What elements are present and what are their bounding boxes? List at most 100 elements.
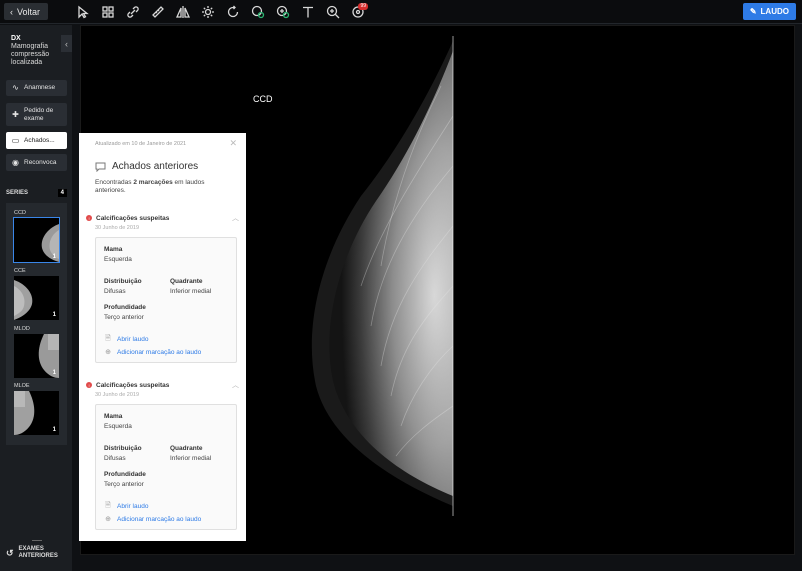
adicionar-marcacao-link[interactable]: ⊕ Adicionar marcação ao laudo	[104, 348, 202, 357]
pan-icon[interactable]	[245, 3, 270, 21]
drawer-handle[interactable]	[32, 540, 42, 541]
distribuicao-label: Distribuição	[104, 445, 142, 452]
series-thumb-cce[interactable]: 1	[14, 276, 59, 320]
series-thumb-mloe[interactable]: 1	[14, 391, 59, 435]
mama-label: Mama	[104, 246, 123, 253]
brightness-icon[interactable]	[195, 3, 220, 21]
pedido-label: Pedido de exame	[24, 107, 54, 122]
finding-title: Calcificações suspeitas	[96, 214, 170, 222]
rotate-icon[interactable]	[220, 3, 245, 21]
modality-label: DX	[11, 35, 21, 42]
series-thumb-mlod[interactable]: 1	[14, 334, 59, 378]
subtitle-count: 2 marcações	[133, 179, 173, 186]
pulse-icon: ∿	[12, 83, 19, 93]
chevron-left-icon: ‹	[10, 6, 13, 17]
chevron-up-icon[interactable]: ︿	[232, 213, 239, 223]
series-count-mlod: 1	[52, 370, 56, 376]
study-description: Mamografia compressão localizada	[11, 43, 50, 66]
anamnese-label: Anamnese	[24, 84, 56, 92]
series-label-ccd: CCD	[14, 210, 26, 216]
laudo-label: LAUDO	[760, 7, 789, 16]
mama-label: Mama	[104, 413, 123, 420]
notification-count-badge: 99	[358, 3, 368, 10]
abrir-laudo-label: Abrir laudo	[117, 503, 149, 510]
series-label: SERIES	[6, 190, 29, 196]
pedido-exame-button[interactable]: ✚ Pedido de exame	[6, 103, 67, 126]
add-circle-icon: ⊕	[105, 349, 111, 356]
series-label-mloe: MLOE	[14, 383, 30, 389]
series-label-mlod: MLOD	[14, 326, 30, 332]
history-icon: ↺	[6, 547, 14, 558]
quadrante-label: Quadrante	[170, 278, 203, 285]
comment-icon: ▭	[11, 135, 20, 145]
distribuicao-label: Distribuição	[104, 278, 142, 285]
comment-icon	[95, 162, 106, 172]
laudo-button[interactable]: ✎ LAUDO	[742, 3, 796, 20]
series-count-ccd: 1	[52, 254, 56, 260]
profundidade-value: Terço anterior	[104, 314, 144, 321]
study-info: DX Mamografia compressão localizada	[11, 35, 55, 67]
distribuicao-value: Difusas	[104, 288, 126, 295]
finding-header[interactable]: ! Calcificações suspeitas ︿	[86, 380, 239, 390]
chevron-up-icon[interactable]: ︿	[232, 380, 239, 390]
distribuicao-value: Difusas	[104, 455, 126, 462]
series-list: CCD 1 CCE 1 MLOD 1 MLOE 1	[6, 203, 67, 445]
add-circle-icon: ⊕	[105, 516, 111, 523]
series-count-mloe: 1	[52, 427, 56, 433]
pencil-icon: ✎	[749, 7, 757, 16]
profundidade-value: Terço anterior	[104, 481, 144, 488]
profundidade-label: Profundidade	[104, 471, 146, 478]
back-button[interactable]: ‹ Voltar	[4, 3, 49, 20]
finding-title: Calcificações suspeitas	[96, 381, 170, 389]
medical-cross-icon: ✚	[12, 109, 19, 119]
top-toolbar: ‹ Voltar 99 ✎ LAUDO	[0, 0, 802, 24]
adicionar-marcacao-label: Adicionar marcação ao laudo	[117, 348, 202, 356]
ruler-icon[interactable]	[145, 3, 170, 21]
series-count: 4	[57, 189, 67, 197]
achados-anteriores-panel: Atualizado em 10 de Janeiro de 2021 ✕ Ac…	[79, 133, 246, 541]
back-label: Voltar	[17, 6, 41, 17]
recall-icon: ◉	[12, 157, 19, 167]
reconvoca-label: Reconvoca	[24, 158, 57, 166]
tool-group: 99	[70, 3, 370, 21]
finding-card: Mama Esquerda Distribuição Difusas Quadr…	[95, 404, 237, 530]
series-count-cce: 1	[52, 312, 56, 318]
link-icon[interactable]	[120, 3, 145, 21]
text-icon[interactable]	[295, 3, 320, 21]
quadrante-label: Quadrante	[170, 445, 203, 452]
finding-header[interactable]: ! Calcificações suspeitas ︿	[86, 213, 239, 223]
abrir-laudo-link[interactable]: 🗎 Abrir laudo	[104, 334, 148, 345]
notifications-icon[interactable]: 99	[345, 3, 370, 21]
view-label: CCD	[253, 94, 273, 104]
select-arrow-icon[interactable]	[70, 3, 95, 21]
abrir-laudo-link[interactable]: 🗎 Abrir laudo	[104, 501, 148, 512]
alert-dot-icon: !	[86, 215, 92, 221]
document-icon: 🗎	[105, 335, 111, 342]
mama-value: Esquerda	[104, 423, 132, 430]
layout-grid-icon[interactable]	[95, 3, 120, 21]
adicionar-marcacao-link[interactable]: ⊕ Adicionar marcação ao laudo	[104, 515, 202, 524]
finding-date: 30 Junho de 2019	[95, 225, 140, 231]
achados-label: Achados...	[24, 136, 55, 144]
zoom-in-icon[interactable]	[320, 3, 345, 21]
panel-subtitle: Encontradas 2 marcações em laudos anteri…	[95, 179, 215, 195]
panel-header: Achados anteriores	[95, 161, 198, 172]
series-header: SERIES 4	[6, 189, 67, 197]
adicionar-marcacao-label: Adicionar marcação ao laudo	[117, 515, 202, 523]
series-thumb-ccd[interactable]: 1	[13, 217, 60, 263]
mama-value: Esquerda	[104, 256, 132, 263]
achados-button[interactable]: ▭ Achados...	[6, 132, 67, 149]
quadrante-value: Inferior medial	[170, 455, 212, 462]
chevron-left-icon: ‹	[65, 38, 68, 49]
exames-anteriores-button[interactable]: ↺ EXAMES ANTERIORES	[6, 546, 59, 560]
left-sidebar: ‹ DX Mamografia compressão localizada ∿ …	[0, 25, 72, 571]
series-label-cce: CCE	[14, 268, 26, 274]
magnify-icon[interactable]	[270, 3, 295, 21]
close-icon[interactable]: ✕	[229, 138, 237, 149]
flip-icon[interactable]	[170, 3, 195, 21]
finding-date: 30 Junho de 2019	[95, 392, 140, 398]
anamnese-button[interactable]: ∿ Anamnese	[6, 80, 67, 96]
subtitle-text: Encontradas	[95, 179, 134, 186]
reconvoca-button[interactable]: ◉ Reconvoca	[6, 154, 67, 171]
collapse-sidebar-button[interactable]: ‹	[61, 35, 72, 52]
